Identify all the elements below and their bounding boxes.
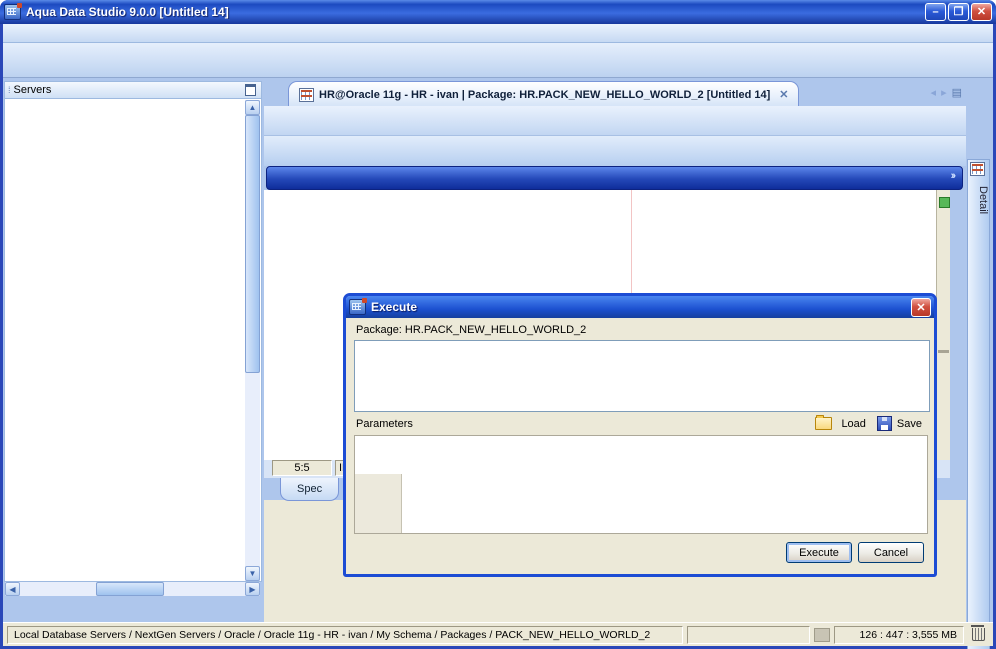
status-bar: Local Database Servers / NextGen Servers… bbox=[3, 622, 993, 646]
window-title: Aqua Data Studio 9.0.0 [Untitled 14] bbox=[26, 5, 229, 19]
ruler-scroll-marker bbox=[938, 350, 949, 353]
servers-panel-header: ⁞ Servers bbox=[4, 81, 262, 99]
dialog-body: Package: HR.PACK_NEW_HELLO_WORLD_2 Param… bbox=[346, 318, 934, 574]
document-tab-title: HR@Oracle 11g - HR - ivan | Package: HR.… bbox=[319, 88, 771, 101]
query-tab-icon bbox=[299, 87, 314, 102]
tab-close-icon[interactable]: ✕ bbox=[779, 88, 788, 101]
memory-stats: 126 : 447 : 3,555 MB bbox=[834, 625, 964, 644]
tab-spec[interactable]: Spec bbox=[280, 478, 340, 501]
tree-scroll-left-icon[interactable]: ◀ bbox=[5, 582, 20, 596]
app-window: Aqua Data Studio 9.0.0 [Untitled 14] – ❐… bbox=[0, 0, 996, 649]
dialog-close-icon[interactable]: ✕ bbox=[911, 297, 931, 317]
memory-gauge bbox=[814, 627, 830, 642]
breadcrumb: Local Database Servers / NextGen Servers… bbox=[7, 625, 683, 644]
tree-scroll-down-icon[interactable]: ▼ bbox=[245, 566, 260, 581]
overflow-chevron-icon[interactable]: ›› bbox=[951, 170, 957, 182]
title-bar: Aqua Data Studio 9.0.0 [Untitled 14] – ❐… bbox=[0, 0, 996, 24]
load-button[interactable]: Load bbox=[841, 418, 865, 430]
detail-tab-label: Detail bbox=[977, 186, 989, 215]
tab-next-icon[interactable]: ▸ bbox=[941, 86, 947, 99]
main-toolbar bbox=[3, 43, 993, 78]
load-icon[interactable] bbox=[815, 415, 833, 430]
execute-dialog: Execute ✕ Package: HR.PACK_NEW_HELLO_WOR… bbox=[343, 293, 937, 577]
servers-panel-title: Servers bbox=[13, 84, 52, 96]
trash-icon[interactable] bbox=[971, 625, 985, 641]
tree-scroll-up-icon[interactable]: ▲ bbox=[245, 100, 260, 115]
save-button[interactable]: Save bbox=[897, 418, 922, 430]
ruler-ok-marker bbox=[939, 197, 950, 208]
tab-prev-icon[interactable]: ◂ bbox=[931, 86, 937, 99]
dialog-buttons: Execute Cancel bbox=[786, 542, 924, 563]
minimize-button[interactable]: – bbox=[925, 3, 946, 21]
detail-grid-icon[interactable] bbox=[970, 162, 985, 176]
editor-toolbar-exec bbox=[264, 136, 966, 166]
parameters-label: Parameters bbox=[356, 417, 413, 430]
tree-scroll-right-icon[interactable]: ▶ bbox=[245, 582, 260, 596]
dialog-icon bbox=[349, 298, 367, 315]
parameters-row: Parameters Load Save bbox=[356, 415, 928, 431]
close-button[interactable]: ✕ bbox=[971, 3, 992, 21]
cancel-button[interactable]: Cancel bbox=[858, 542, 924, 563]
parameters-table bbox=[354, 435, 928, 534]
menu-bar bbox=[3, 24, 993, 43]
tab-list-icon[interactable]: ▤ bbox=[952, 86, 962, 99]
collapsed-panel-bar[interactable]: ›› bbox=[266, 166, 963, 190]
dialog-title-bar: Execute ✕ bbox=[346, 296, 934, 318]
save-icon[interactable] bbox=[876, 416, 892, 431]
status-spacer bbox=[687, 625, 810, 644]
maximize-button[interactable]: ❐ bbox=[948, 3, 969, 21]
editor-toolbar-file bbox=[264, 106, 966, 136]
tab-navigation: ◂ ▸ ▤ bbox=[931, 86, 962, 99]
detail-strip[interactable]: Detail bbox=[967, 159, 990, 649]
dialog-title: Execute bbox=[371, 300, 418, 314]
object-tree bbox=[4, 99, 262, 582]
execute-button[interactable]: Execute bbox=[786, 542, 852, 563]
document-tab-bar: HR@Oracle 11g - HR - ivan | Package: HR.… bbox=[264, 80, 966, 107]
servers-panel: ⁞ Servers ▲ ▼ ◀ ▶ bbox=[4, 81, 262, 619]
float-panel-icon[interactable] bbox=[245, 84, 256, 96]
procedure-list bbox=[354, 340, 930, 412]
document-tab[interactable]: HR@Oracle 11g - HR - ivan | Package: HR.… bbox=[288, 81, 800, 107]
tree-vscroll-thumb[interactable] bbox=[245, 115, 260, 373]
dialog-package-label: Package: HR.PACK_NEW_HELLO_WORLD_2 bbox=[356, 324, 587, 336]
tree-hscroll-thumb[interactable] bbox=[96, 582, 164, 596]
app-icon bbox=[4, 3, 22, 20]
overview-ruler[interactable] bbox=[936, 190, 950, 460]
row-header-strip bbox=[355, 474, 402, 533]
cursor-position: 5:5 bbox=[272, 460, 332, 476]
panel-grip-icon: ⁞ bbox=[8, 85, 10, 95]
sidebar-tab-bar bbox=[4, 598, 262, 620]
spec-tab-label: Spec bbox=[297, 483, 323, 495]
